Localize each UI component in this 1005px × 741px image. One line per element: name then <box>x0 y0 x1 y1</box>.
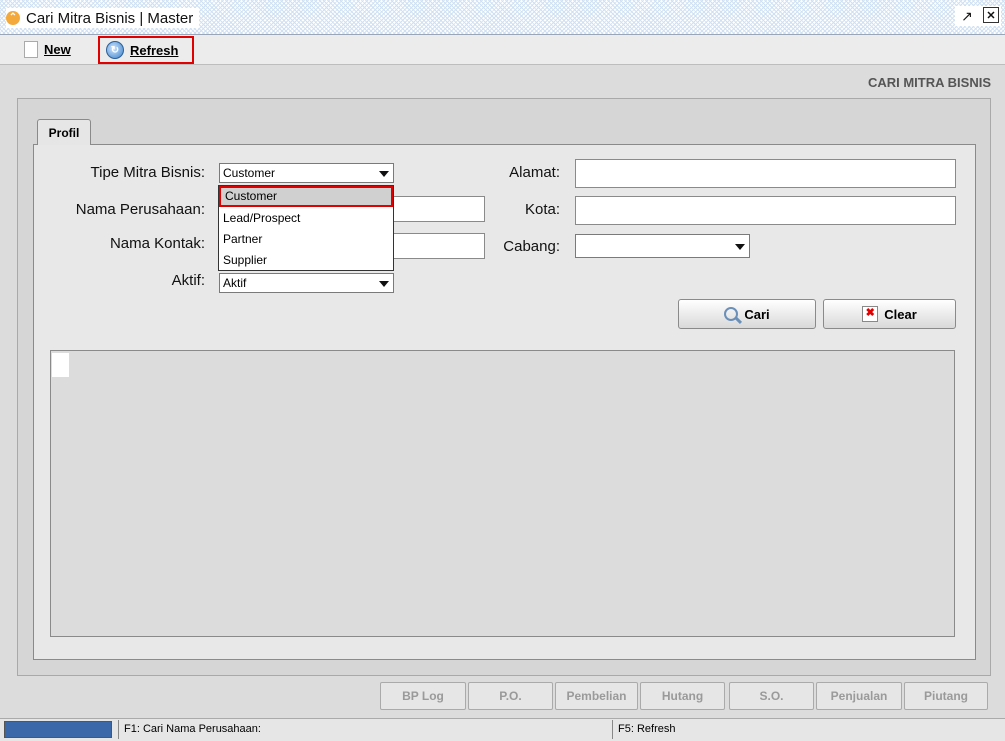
new-button[interactable]: New <box>24 38 71 60</box>
dropdown-option-partner[interactable]: Partner <box>219 229 393 250</box>
chevron-down-icon <box>379 281 389 287</box>
clear-button-label: Clear <box>884 306 917 322</box>
window-title: Cari Mitra Bisnis | Master <box>26 9 194 27</box>
tipe-mitra-select[interactable]: Customer <box>219 163 394 183</box>
chevron-down-icon <box>735 244 745 250</box>
app-icon: ⌃ <box>6 11 20 25</box>
refresh-button-label: Refresh <box>130 42 179 58</box>
new-document-icon <box>24 40 38 58</box>
penjualan-button[interactable]: Penjualan <box>816 682 902 710</box>
aktif-value: Aktif <box>223 276 247 290</box>
tab-profil[interactable]: Profil <box>37 119 91 145</box>
piutang-button[interactable]: Piutang <box>904 682 988 710</box>
window-controls: ↗ ✕ <box>955 6 1001 26</box>
dropdown-option-supplier[interactable]: Supplier <box>219 250 393 271</box>
kota-label: Kota: <box>524 201 560 218</box>
tipe-mitra-value: Customer <box>223 166 276 180</box>
bp-log-button[interactable]: BP Log <box>380 682 466 710</box>
tipe-mitra-label: Tipe Mitra Bisnis: <box>90 164 205 181</box>
aktif-label: Aktif: <box>171 272 205 289</box>
results-table[interactable] <box>50 350 955 637</box>
restore-icon[interactable]: ↗ <box>957 6 977 26</box>
hutang-button[interactable]: Hutang <box>640 682 725 710</box>
page-title: CARI MITRA BISNIS <box>867 75 991 90</box>
tipe-mitra-dropdown-list: Customer Lead/Prospect Partner Supplier <box>218 185 394 271</box>
refresh-icon: ↻ <box>106 41 124 59</box>
nama-perusahaan-label: Nama Perusahaan: <box>75 201 205 218</box>
close-icon[interactable]: ✕ <box>983 7 999 23</box>
chevron-down-icon <box>379 171 389 177</box>
alamat-label: Alamat: <box>509 164 560 181</box>
toolbar: New ↻ Refresh <box>0 35 1005 65</box>
results-header-cell <box>52 353 69 377</box>
cabang-label: Cabang: <box>503 238 560 255</box>
nama-kontak-label: Nama Kontak: <box>109 235 205 252</box>
status-right: F5: Refresh <box>612 720 1005 739</box>
kota-input[interactable] <box>575 196 956 225</box>
alamat-input[interactable] <box>575 159 956 188</box>
status-left: F1: Cari Nama Perusahaan: <box>118 720 612 739</box>
cari-button-label: Cari <box>744 306 770 322</box>
aktif-select[interactable]: Aktif <box>219 273 394 293</box>
so-button[interactable]: S.O. <box>729 682 814 710</box>
refresh-button[interactable]: ↻ Refresh <box>98 36 194 64</box>
po-button[interactable]: P.O. <box>468 682 553 710</box>
dropdown-option-lead-prospect[interactable]: Lead/Prospect <box>219 208 393 229</box>
dropdown-option-customer[interactable]: Customer <box>219 186 393 207</box>
clear-icon: ✖ <box>862 306 879 322</box>
search-icon <box>724 307 739 321</box>
new-button-label: New <box>44 41 71 57</box>
cabang-select[interactable] <box>575 234 750 258</box>
window-title-area: ⌃ Cari Mitra Bisnis | Master <box>6 8 200 28</box>
status-indicator <box>4 721 112 738</box>
cari-button[interactable]: Cari <box>678 299 816 329</box>
clear-button[interactable]: ✖ Clear <box>823 299 956 329</box>
pembelian-button[interactable]: Pembelian <box>555 682 638 710</box>
